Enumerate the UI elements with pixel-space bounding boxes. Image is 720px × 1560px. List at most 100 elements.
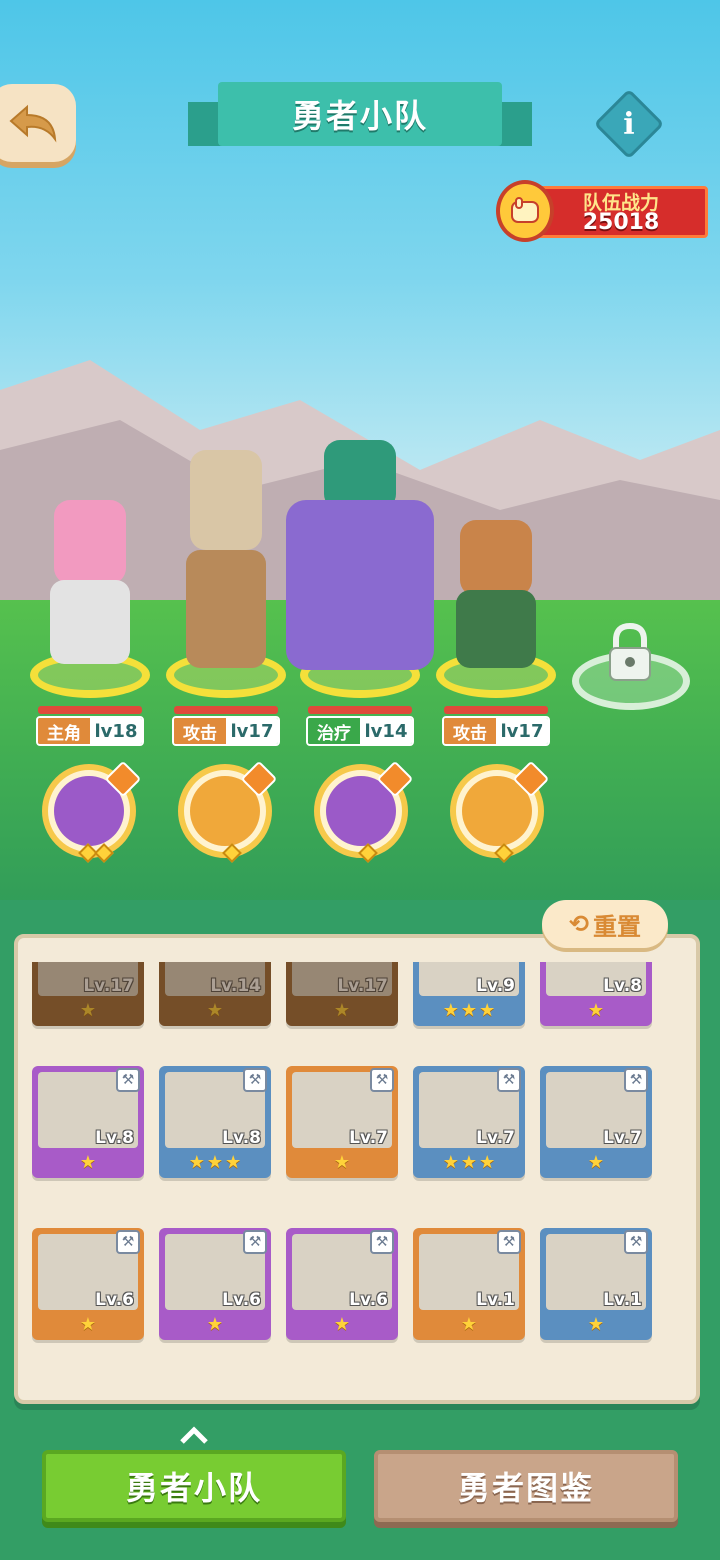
star-icon: ★ bbox=[333, 1152, 351, 1173]
gem-icon bbox=[494, 843, 514, 863]
hero-card[interactable]: ⚒ Lv.7 ★ bbox=[286, 1066, 398, 1178]
hero-card[interactable]: ⚒ Lv.8 ★ bbox=[32, 1066, 144, 1178]
hero-hp-bar bbox=[174, 706, 278, 714]
star-icon: ★ bbox=[225, 1152, 242, 1173]
hero-hp-bar bbox=[38, 706, 142, 714]
hero-card-stars: ★ bbox=[32, 1152, 144, 1174]
page-title: 勇者小队 bbox=[218, 82, 502, 146]
hero-role: 攻击 bbox=[444, 718, 496, 744]
hero-card[interactable]: ⚒ Lv.7 ★ bbox=[540, 1066, 652, 1178]
hero-card-stars: ★ bbox=[32, 1314, 144, 1336]
star-icon: ★ bbox=[442, 1152, 459, 1173]
hero-slot-2[interactable]: 攻击 lv17 bbox=[166, 440, 286, 750]
hero-card-level: Lv.1 bbox=[603, 1290, 642, 1310]
star-icon: ★ bbox=[333, 1314, 351, 1335]
hero-card[interactable]: ⚒ Lv.1 ★ bbox=[540, 1228, 652, 1340]
hero-card-stars: ★ bbox=[286, 1152, 398, 1174]
hero-card[interactable]: ⚒ Lv.8 ★ ★ ★ bbox=[159, 1066, 271, 1178]
lock-icon bbox=[609, 622, 651, 681]
hero-body bbox=[50, 580, 130, 664]
hero-card-stars: ★ bbox=[540, 1000, 652, 1022]
tab-hero-codex[interactable]: 勇者图鉴 bbox=[374, 1450, 678, 1522]
hero-level: lv14 bbox=[360, 718, 412, 744]
hero-card[interactable]: Lv.8 ★ bbox=[540, 962, 652, 1026]
in-team-overlay bbox=[286, 962, 398, 1026]
hero-card[interactable]: Lv.14★✔ bbox=[159, 962, 271, 1026]
hero-card[interactable]: ⚒ Lv.6 ★ bbox=[32, 1228, 144, 1340]
hero-tag: 攻击 lv17 bbox=[172, 716, 280, 746]
star-icon: ★ bbox=[460, 1152, 478, 1173]
star-icon: ★ bbox=[79, 1152, 97, 1173]
star-icon: ★ bbox=[442, 1000, 459, 1021]
hero-card[interactable]: ⚒ Lv.6 ★ bbox=[286, 1228, 398, 1340]
hero-card-stars: ★ bbox=[413, 1314, 525, 1336]
hero-card-stars: ★ ★ ★ bbox=[413, 1000, 525, 1022]
hero-card[interactable]: Lv.9 ★ ★ ★ bbox=[413, 962, 525, 1026]
gem-icon bbox=[358, 843, 378, 863]
chevron-up-icon bbox=[180, 1426, 208, 1444]
pet-gems bbox=[212, 843, 252, 864]
star-icon: ★ bbox=[188, 1152, 205, 1173]
hero-body bbox=[186, 550, 266, 668]
hero-slot-3[interactable]: 治疗 lv14 bbox=[286, 440, 434, 750]
hero-card-stars: ★ ★ ★ bbox=[413, 1152, 525, 1174]
pet-slot-3[interactable] bbox=[314, 760, 414, 863]
hero-card-level: Lv.9 bbox=[476, 976, 515, 996]
hammer-icon: ⚒ bbox=[116, 1230, 140, 1254]
pet-slot-1[interactable] bbox=[42, 760, 142, 863]
hero-card-level: Lv.7 bbox=[603, 1128, 642, 1148]
hero-role: 主角 bbox=[38, 718, 90, 744]
hero-card-level: Lv.8 bbox=[95, 1128, 134, 1148]
hero-level: lv17 bbox=[496, 718, 548, 744]
hero-tag: 治疗 lv14 bbox=[306, 716, 414, 746]
hero-slot-4[interactable]: 攻击 lv17 bbox=[436, 440, 556, 750]
gem-icon bbox=[94, 843, 114, 863]
hero-card-stars: ★ ★ ★ bbox=[159, 1152, 271, 1174]
hero-card[interactable]: Lv.17★✔ bbox=[32, 962, 144, 1026]
hero-card[interactable]: ⚒ Lv.7 ★ ★ ★ bbox=[413, 1066, 525, 1178]
hero-portrait bbox=[54, 500, 126, 584]
star-icon: ★ bbox=[79, 1314, 97, 1335]
hero-card-level: Lv.6 bbox=[95, 1290, 134, 1310]
pet-slot-2[interactable] bbox=[178, 760, 278, 863]
hero-card-level: Lv.1 bbox=[476, 1290, 515, 1310]
reset-icon: ⟲ bbox=[568, 910, 590, 938]
back-button[interactable] bbox=[0, 84, 76, 162]
team-power-badge: 队伍战力 25018 bbox=[496, 180, 716, 242]
hero-level: lv17 bbox=[226, 718, 278, 744]
hero-portrait bbox=[190, 450, 262, 550]
hammer-icon: ⚒ bbox=[243, 1068, 267, 1092]
hero-card-level: Lv.8 bbox=[222, 1128, 261, 1148]
tab-hero-team[interactable]: 勇者小队 bbox=[42, 1450, 346, 1522]
pet-gems bbox=[76, 843, 116, 864]
hero-card-stars: ★ bbox=[159, 1314, 271, 1336]
star-icon: ★ bbox=[460, 1314, 478, 1335]
hero-card[interactable]: Lv.17★✔ bbox=[286, 962, 398, 1026]
hammer-icon: ⚒ bbox=[624, 1068, 648, 1092]
hero-tag: 主角 lv18 bbox=[36, 716, 144, 746]
gem-icon bbox=[222, 843, 242, 863]
star-icon: ★ bbox=[206, 1314, 224, 1335]
hero-tag: 攻击 lv17 bbox=[442, 716, 550, 746]
hero-card-level: Lv.6 bbox=[349, 1290, 388, 1310]
hero-slot-1[interactable]: 主角 lv18 bbox=[30, 440, 150, 750]
hero-hp-bar bbox=[444, 706, 548, 714]
hero-card[interactable]: ⚒ Lv.1 ★ bbox=[413, 1228, 525, 1340]
star-icon: ★ bbox=[206, 1152, 224, 1173]
in-team-overlay bbox=[32, 962, 144, 1026]
hero-roster-grid[interactable]: Lv.17★✔Lv.14★✔Lv.17★✔Lv.9★★★Lv.8★⚒Lv.8★⚒… bbox=[26, 962, 674, 1392]
hammer-icon: ⚒ bbox=[497, 1068, 521, 1092]
hero-portrait bbox=[460, 520, 532, 596]
hero-level: lv18 bbox=[90, 718, 142, 744]
reset-button[interactable]: ⟲ 重置 bbox=[542, 900, 668, 948]
hammer-icon: ⚒ bbox=[624, 1230, 648, 1254]
pet-gems bbox=[348, 843, 388, 864]
hero-role: 攻击 bbox=[174, 718, 226, 744]
hammer-icon: ⚒ bbox=[243, 1230, 267, 1254]
pet-gems bbox=[484, 843, 524, 864]
hero-card-level: Lv.8 bbox=[603, 976, 642, 996]
hero-card[interactable]: ⚒ Lv.6 ★ bbox=[159, 1228, 271, 1340]
star-icon: ★ bbox=[587, 1000, 605, 1021]
pet-slot-4[interactable] bbox=[450, 760, 550, 863]
info-icon[interactable]: i bbox=[604, 99, 654, 149]
